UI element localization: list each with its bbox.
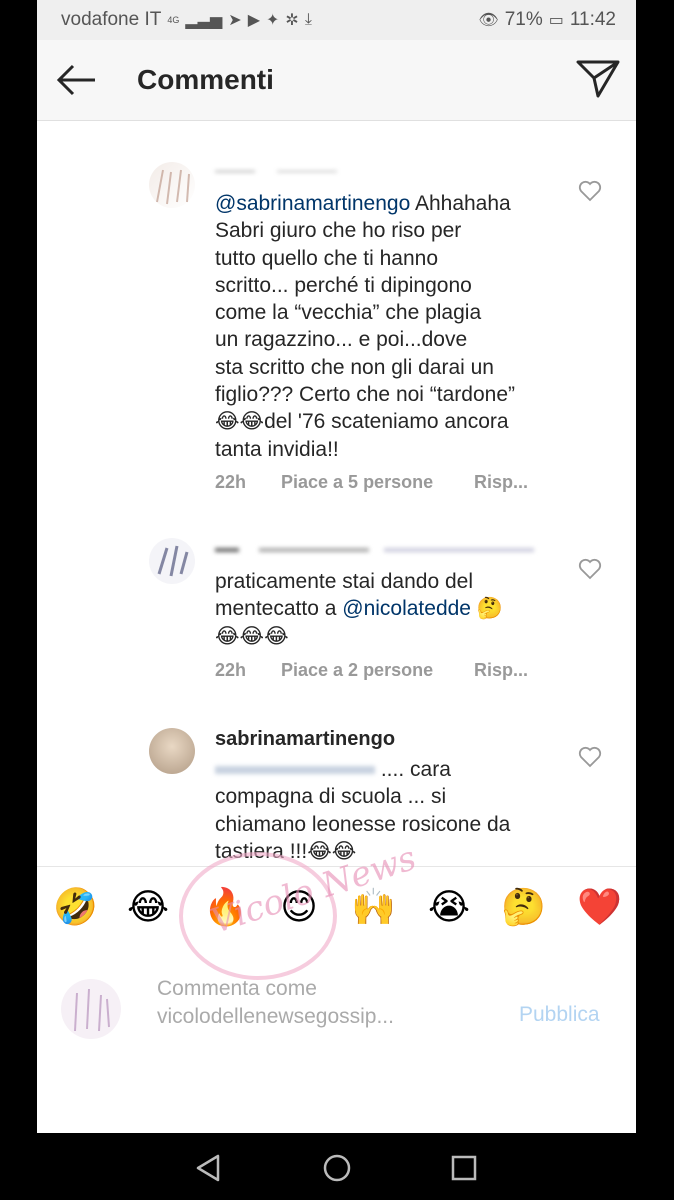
comment-line: Sabri giuro che ho riso per xyxy=(215,219,462,243)
emoji-joy-button[interactable]: 😂 xyxy=(126,885,170,929)
mention-link[interactable]: @nicolatedde xyxy=(342,597,471,620)
carrier-label: vodafone IT xyxy=(61,9,162,30)
emoji-smile-button[interactable]: 😊 xyxy=(277,885,321,929)
page-title: Commenti xyxy=(137,64,274,95)
comment-line: tastiera !!!😂😂 xyxy=(215,839,357,863)
emoji-quick-bar: 🤣 😂 🔥 😊 🙌 😭 🤔 ❤️ xyxy=(37,866,636,950)
arrow-left-icon[interactable] xyxy=(55,62,99,98)
heart-outline-icon[interactable] xyxy=(578,558,602,580)
recents-square-icon[interactable] xyxy=(447,1151,481,1185)
comment-time: 22h xyxy=(215,472,247,492)
clock: 11:42 xyxy=(569,9,616,30)
comment-line: tanta invidia!! xyxy=(215,437,339,461)
comment-line: 😂😂😂 xyxy=(215,624,289,648)
reply-button[interactable]: Risp... xyxy=(474,660,528,681)
comment-username-blurred[interactable] xyxy=(215,538,555,552)
battery-percent: 71% xyxy=(504,9,543,30)
heart-outline-icon[interactable] xyxy=(578,746,602,768)
twitter-icon: ✦ xyxy=(266,12,280,29)
comment-username[interactable]: sabrinamartinengo xyxy=(215,728,395,751)
status-left: vodafone IT 4G ▂▃▅ ➤ ▶ ✦ ✲ ⤓ xyxy=(61,9,312,31)
comments-list: @sabrinamartinengo Ahhahaha Sabri giuro … xyxy=(37,122,636,866)
comment-text: .... cara compagna di scuola ... si chia… xyxy=(215,756,565,865)
avatar[interactable] xyxy=(149,728,195,774)
mention-link[interactable]: @sabrinamartinengo xyxy=(215,192,410,215)
likes-link[interactable]: Piace a 2 persone xyxy=(281,660,474,681)
comment-line: chiamano leonesse rosicone da xyxy=(215,812,511,836)
telegram-icon: ➤ xyxy=(228,12,242,29)
likes-link[interactable]: Piace a 5 persone xyxy=(281,472,474,493)
emoji-sob-button[interactable]: 😭 xyxy=(427,885,471,929)
battery-icon: ▭ xyxy=(548,12,564,29)
comment-time: 22h xyxy=(215,660,247,680)
comment-line: compagna di scuola ... si xyxy=(215,785,447,809)
comment-emoji: 🤔 xyxy=(476,597,503,621)
comment-line: 😂😂del '76 scateniamo ancora xyxy=(215,410,509,434)
comment-text: praticamente stai dando del mentecatto a… xyxy=(215,568,565,650)
composer-avatar xyxy=(61,979,121,1039)
comment-text: @sabrinamartinengo Ahhahaha Sabri giuro … xyxy=(215,190,565,463)
comment-line: tutto quello che ti hanno xyxy=(215,246,439,270)
comment-line: scritto... perché ti dipingono xyxy=(215,273,472,297)
comment-meta: 22h Piace a 2 persone Risp... xyxy=(215,660,528,681)
android-nav-bar xyxy=(0,1133,674,1200)
settings-icon: ✲ xyxy=(285,12,299,29)
avatar-blurred-icon xyxy=(74,988,110,1032)
mention-blurred[interactable] xyxy=(215,766,375,775)
status-right: 👁 71% ▭ 11:42 xyxy=(478,9,616,31)
comment-username-blurred[interactable] xyxy=(215,160,365,172)
emoji-raised-hands-button[interactable]: 🙌 xyxy=(351,885,396,929)
home-circle-icon[interactable] xyxy=(320,1151,354,1185)
avatar-blurred-icon xyxy=(157,545,189,577)
comment-line: sta scritto che non gli darai un xyxy=(215,355,494,379)
comment-line: come la “vecchia” che plagia xyxy=(215,301,482,325)
play-store-icon: ▶ xyxy=(247,12,260,29)
emoji-rofl-button[interactable]: 🤣 xyxy=(53,885,98,929)
comment-line: figlio??? Certo che noi “tardone” xyxy=(215,383,516,407)
heart-outline-icon[interactable] xyxy=(578,180,602,202)
comment-line: mentecatto a xyxy=(215,597,337,621)
comment-line: .... cara xyxy=(380,758,451,781)
comment-meta: 22h Piace a 5 persone Risp... xyxy=(215,472,528,493)
app-bar: Commenti xyxy=(37,40,636,121)
comment-line: praticamente stai dando del xyxy=(215,570,473,593)
publish-button[interactable]: Pubblica xyxy=(519,1003,600,1027)
paper-plane-icon[interactable] xyxy=(576,58,620,98)
comment-input[interactable]: Commenta come vicolodellenewsegossip... xyxy=(157,975,457,1031)
avatar[interactable] xyxy=(149,162,195,208)
back-triangle-icon[interactable] xyxy=(192,1151,226,1185)
status-bar: vodafone IT 4G ▂▃▅ ➤ ▶ ✦ ✲ ⤓ 👁 71% ▭ 11:… xyxy=(37,0,636,40)
signal-icon: ▂▃▅ xyxy=(185,12,223,29)
placeholder-line: Commenta come xyxy=(157,977,317,1000)
reply-button[interactable]: Risp... xyxy=(474,472,528,493)
emoji-fire-button[interactable]: 🔥 xyxy=(203,885,248,929)
comment-line: un ragazzino... e poi...dove xyxy=(215,328,468,352)
download-icon: ⤓ xyxy=(304,11,312,28)
comment-composer: Commenta come vicolodellenewsegossip... … xyxy=(37,949,636,1059)
instagram-comments-screen: vodafone IT 4G ▂▃▅ ➤ ▶ ✦ ✲ ⤓ 👁 71% ▭ 11:… xyxy=(37,0,636,1133)
network-label: 4G xyxy=(167,15,180,25)
emoji-heart-button[interactable]: ❤️ xyxy=(577,885,622,929)
comment-line: Ahhahaha xyxy=(414,192,511,215)
emoji-thinking-button[interactable]: 🤔 xyxy=(501,885,546,929)
avatar-blurred-icon xyxy=(156,169,190,205)
avatar[interactable] xyxy=(149,538,195,584)
placeholder-line: vicolodellenewsegossip... xyxy=(157,1005,394,1028)
eye-icon: 👁 xyxy=(478,12,499,29)
